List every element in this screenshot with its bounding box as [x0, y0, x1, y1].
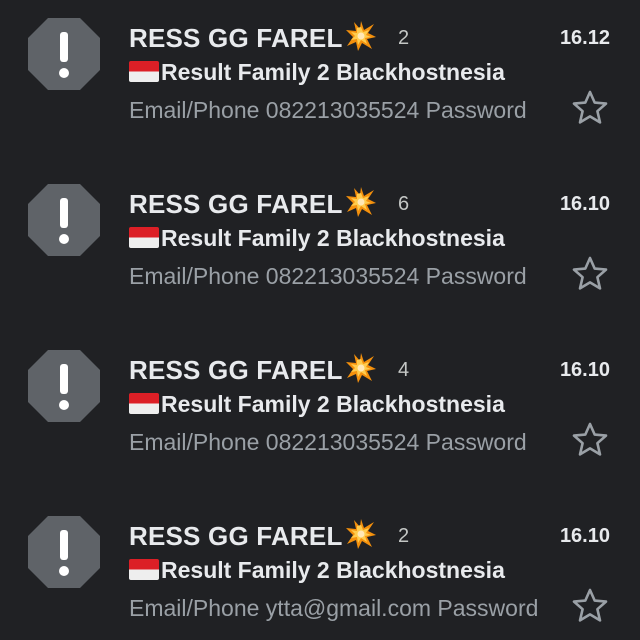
- indonesia-flag-emoji: [129, 393, 159, 414]
- collision-emoji: [345, 187, 376, 217]
- sender-name-text: RESS GG FAREL: [129, 189, 343, 219]
- warning-octagon-icon[interactable]: [26, 514, 102, 590]
- email-snippet: Email/Phone 082213035524 Password: [129, 263, 527, 289]
- email-list: RESS GG FAREL 2 16.12 Result Family 2 Bl…: [0, 0, 640, 640]
- sender-name: RESS GG FAREL: [129, 186, 377, 220]
- warning-octagon-icon[interactable]: [26, 348, 102, 424]
- sender-name-text: RESS GG FAREL: [129, 521, 343, 551]
- sender-name-text: RESS GG FAREL: [129, 23, 343, 53]
- email-snippet: Email/Phone 082213035524 Password: [129, 97, 527, 123]
- sender-name: RESS GG FAREL: [129, 20, 377, 54]
- star-icon[interactable]: [570, 88, 610, 128]
- email-subject: Result Family 2 Blackhostnesia: [129, 557, 559, 584]
- star-icon[interactable]: [570, 420, 610, 460]
- email-row[interactable]: RESS GG FAREL 6 16.10 Result Family 2 Bl…: [0, 166, 640, 332]
- email-subject: Result Family 2 Blackhostnesia: [129, 59, 559, 86]
- email-snippet: Email/Phone 082213035524 Password: [129, 429, 527, 455]
- collision-emoji: [345, 519, 376, 549]
- thread-count: 6: [398, 193, 410, 215]
- thread-count: 2: [398, 525, 410, 547]
- sender-name: RESS GG FAREL: [129, 352, 377, 386]
- email-subject-text: Result Family 2 Blackhostnesia: [161, 225, 505, 251]
- thread-count: 4: [398, 359, 410, 381]
- warning-octagon-icon[interactable]: [26, 16, 102, 92]
- email-time: 16.10: [559, 525, 610, 547]
- indonesia-flag-emoji: [129, 227, 159, 248]
- collision-emoji: [345, 353, 376, 383]
- email-subject-text: Result Family 2 Blackhostnesia: [161, 557, 505, 583]
- email-row[interactable]: RESS GG FAREL 2 16.10 Result Family 2 Bl…: [0, 498, 640, 640]
- email-snippet: Email/Phone ytta@gmail.com Password: [129, 595, 539, 621]
- email-time: 16.12: [559, 27, 610, 49]
- star-icon[interactable]: [570, 254, 610, 294]
- email-subject-text: Result Family 2 Blackhostnesia: [161, 391, 505, 417]
- sender-name-text: RESS GG FAREL: [129, 355, 343, 385]
- email-row[interactable]: RESS GG FAREL 4 16.10 Result Family 2 Bl…: [0, 332, 640, 498]
- email-time: 16.10: [559, 359, 610, 381]
- email-row[interactable]: RESS GG FAREL 2 16.12 Result Family 2 Bl…: [0, 0, 640, 166]
- email-subject: Result Family 2 Blackhostnesia: [129, 225, 559, 252]
- indonesia-flag-emoji: [129, 559, 159, 580]
- sender-name: RESS GG FAREL: [129, 518, 377, 552]
- email-subject-text: Result Family 2 Blackhostnesia: [161, 59, 505, 85]
- collision-emoji: [345, 21, 376, 51]
- email-time: 16.10: [559, 193, 610, 215]
- thread-count: 2: [398, 27, 410, 49]
- warning-octagon-icon[interactable]: [26, 182, 102, 258]
- indonesia-flag-emoji: [129, 61, 159, 82]
- star-icon[interactable]: [570, 586, 610, 626]
- email-subject: Result Family 2 Blackhostnesia: [129, 391, 559, 418]
